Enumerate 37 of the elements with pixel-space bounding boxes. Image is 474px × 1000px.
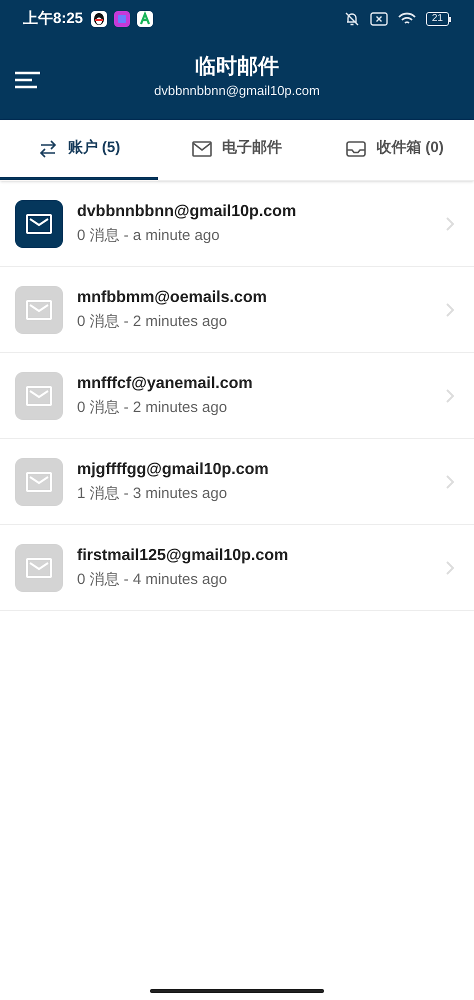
sim-off-icon	[370, 12, 388, 26]
menu-icon[interactable]	[15, 71, 40, 89]
tab[interactable]: 电子邮件	[158, 120, 316, 180]
account-info: 0 消息 - 4 minutes ago	[77, 570, 228, 590]
wifi-icon	[398, 12, 416, 26]
account-row[interactable]: firstmail125@gmail10p.com 0 消息 - 4 minutes ago	[0, 525, 474, 611]
penguin-app-icon	[91, 11, 108, 27]
inbox-tray-icon	[346, 138, 366, 158]
tab[interactable]: 收件箱 (0)	[316, 120, 474, 180]
status-time: 上午8:25	[23, 8, 84, 29]
account-row[interactable]: mnfbbmm@oemails.com 0 消息 - 2 minutes ago	[0, 267, 474, 353]
account-email: mnfbbmm@oemails.com	[77, 288, 268, 308]
chevron-right-icon	[446, 560, 454, 574]
chevron-right-icon	[446, 474, 454, 488]
account-row[interactable]: mnfffcf@yanemail.com 0 消息 - 2 minutes ago	[0, 353, 474, 439]
app-title: 临时邮件	[195, 54, 279, 80]
account-info: 0 消息 - 2 minutes ago	[77, 312, 228, 332]
tab[interactable]: 账户 (5)	[0, 120, 158, 180]
mail-icon	[192, 138, 212, 158]
swap-arrows-icon	[38, 138, 58, 158]
account-row[interactable]: dvbbnnbbnn@gmail10p.com 0 消息 - a minute ago	[0, 181, 474, 267]
account-row[interactable]: mjgffffgg@gmail10p.com 1 消息 - 3 minutes ago	[0, 439, 474, 525]
chevron-right-icon	[446, 302, 454, 316]
account-email: dvbbnnbbnn@gmail10p.com	[77, 202, 298, 222]
account-info: 1 消息 - 3 minutes ago	[77, 484, 228, 504]
account-address: dvbbnnbbnn@gmail10p.com	[154, 82, 320, 100]
chevron-right-icon	[446, 216, 454, 230]
account-info: 0 消息 - 2 minutes ago	[77, 398, 228, 418]
account-info: 0 消息 - a minute ago	[77, 226, 221, 246]
app-icon	[114, 11, 130, 27]
account-email: mnfffcf@yanemail.com	[77, 374, 254, 394]
chevron-right-icon	[446, 388, 454, 402]
battery-indicator: 21	[426, 12, 451, 26]
muted-bell-icon	[344, 11, 360, 27]
account-email: firstmail125@gmail10p.com	[77, 546, 290, 566]
account-email: mjgffffgg@gmail10p.com	[77, 460, 270, 480]
letter-app-icon	[137, 11, 154, 27]
